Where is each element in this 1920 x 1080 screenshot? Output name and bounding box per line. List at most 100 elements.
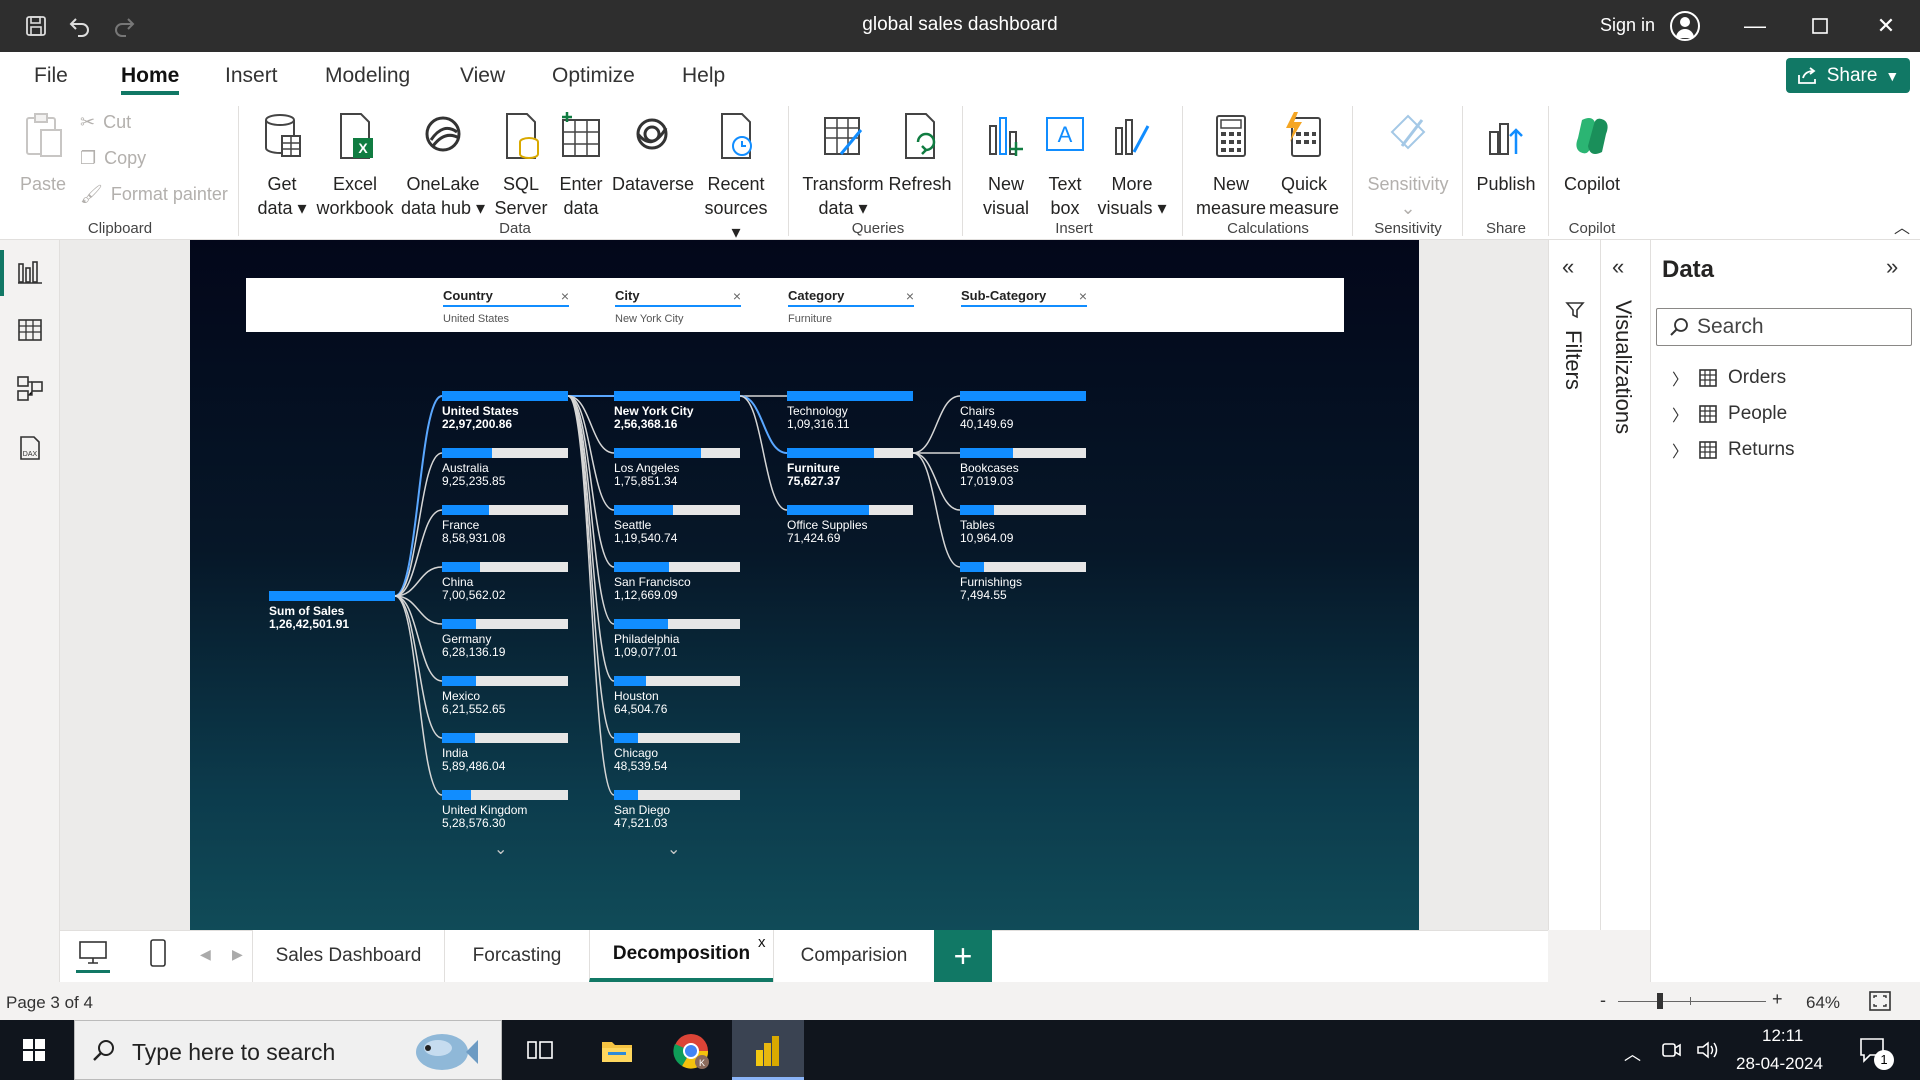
- tab-optimize[interactable]: Optimize: [552, 64, 635, 88]
- new-measure-button[interactable]: New measure: [1196, 112, 1266, 220]
- mobile-layout-icon[interactable]: [148, 938, 168, 968]
- scroll-right-icon[interactable]: ▶: [232, 946, 243, 963]
- dataverse-button[interactable]: Dataverse: [612, 112, 694, 196]
- data-search-input[interactable]: Search: [1656, 308, 1912, 346]
- clear-icon[interactable]: ×: [561, 288, 569, 304]
- tree-node-city[interactable]: Seattle 1,19,540.74: [614, 505, 740, 545]
- tree-node-city[interactable]: Chicago 48,539.54: [614, 733, 740, 773]
- zoom-out-icon[interactable]: -: [1600, 990, 1606, 1011]
- slicer-sub-category[interactable]: Sub-Category ×: [961, 288, 1087, 313]
- onelake-data-hub-button[interactable]: OneLake data hub ▾: [400, 112, 486, 220]
- share-button[interactable]: Share ▼: [1786, 58, 1910, 93]
- maximize-icon[interactable]: [1800, 10, 1840, 42]
- tree-node-city[interactable]: San Diego 47,521.03: [614, 790, 740, 830]
- zoom-slider-thumb[interactable]: [1657, 993, 1663, 1009]
- tree-node-category[interactable]: Office Supplies 71,424.69: [787, 505, 913, 545]
- sensitivity-button[interactable]: Sensitivity ⌄: [1362, 112, 1454, 220]
- close-icon[interactable]: ✕: [1866, 10, 1906, 42]
- tree-node-country[interactable]: United Kingdom 5,28,576.30: [442, 790, 568, 830]
- tree-node-subcategory[interactable]: Tables 10,964.09: [960, 505, 1086, 545]
- slicer-category[interactable]: Category × Furniture: [788, 288, 914, 325]
- tab-insert[interactable]: Insert: [225, 64, 278, 88]
- expand-filters-icon[interactable]: «: [1562, 254, 1574, 280]
- expand-visualizations-icon[interactable]: «: [1612, 254, 1624, 280]
- tab-view[interactable]: View: [460, 64, 505, 88]
- tree-node-country[interactable]: Mexico 6,21,552.65: [442, 676, 568, 716]
- enter-data-button[interactable]: Enter data: [556, 112, 606, 220]
- add-page-button[interactable]: +: [934, 930, 992, 982]
- more-visuals-button[interactable]: More visuals ▾: [1096, 112, 1168, 220]
- chevron-down-icon[interactable]: ⌄: [494, 839, 507, 859]
- tree-node-city[interactable]: New York City 2,56,368.16: [614, 391, 740, 431]
- tree-node-subcategory[interactable]: Furnishings 7,494.55: [960, 562, 1086, 602]
- tree-node-city[interactable]: Philadelphia 1,09,077.01: [614, 619, 740, 659]
- format-painter-button[interactable]: 🖌 Format painter: [80, 184, 228, 205]
- tab-forcasting[interactable]: Forcasting: [444, 930, 589, 982]
- tree-node-subcategory[interactable]: Bookcases 17,019.03: [960, 448, 1086, 488]
- tree-node-city[interactable]: Houston 64,504.76: [614, 676, 740, 716]
- collapse-data-pane-icon[interactable]: »: [1886, 254, 1898, 280]
- sign-in-link[interactable]: Sign in: [1600, 15, 1655, 36]
- desktop-layout-icon[interactable]: [78, 940, 108, 966]
- paste-button[interactable]: Paste: [18, 112, 68, 196]
- file-explorer-icon[interactable]: [600, 1036, 634, 1064]
- tree-node-root[interactable]: Sum of Sales 1,26,42,501.91: [269, 591, 395, 631]
- tab-modeling[interactable]: Modeling: [325, 64, 410, 88]
- quick-measure-button[interactable]: Quick measure: [1268, 112, 1340, 220]
- tree-node-category[interactable]: Furniture 75,627.37: [787, 448, 913, 488]
- tree-node-country[interactable]: India 5,89,486.04: [442, 733, 568, 773]
- clear-icon[interactable]: ×: [1079, 288, 1087, 304]
- windows-start-icon[interactable]: [22, 1038, 46, 1062]
- tree-node-country[interactable]: United States 22,97,200.86: [442, 391, 568, 431]
- clear-icon[interactable]: ×: [733, 288, 741, 304]
- tab-decomposition[interactable]: Decomposition: [589, 930, 773, 982]
- copy-button[interactable]: ❐ Copy: [80, 148, 146, 169]
- volume-icon[interactable]: [1696, 1040, 1720, 1060]
- task-view-icon[interactable]: [526, 1038, 554, 1062]
- zoom-level[interactable]: 64%: [1806, 993, 1840, 1013]
- account-icon[interactable]: [1670, 11, 1700, 41]
- slicer-country[interactable]: Country × United States: [443, 288, 569, 325]
- tab-comparision[interactable]: Comparision: [773, 930, 934, 982]
- refresh-button[interactable]: Refresh: [884, 112, 956, 196]
- clock-date[interactable]: 28-04-2024: [1736, 1054, 1823, 1074]
- text-box-button[interactable]: A Text box: [1040, 112, 1090, 220]
- minimize-icon[interactable]: —: [1735, 10, 1775, 42]
- chevron-down-icon[interactable]: ⌄: [667, 839, 680, 859]
- transform-data-button[interactable]: Transform data ▾: [798, 112, 888, 220]
- fit-to-page-icon[interactable]: [1868, 990, 1892, 1012]
- slicer-city[interactable]: City × New York City: [615, 288, 741, 325]
- tab-file[interactable]: File: [34, 64, 68, 88]
- copilot-button[interactable]: Copilot: [1556, 112, 1628, 196]
- clock-time[interactable]: 12:11: [1762, 1026, 1803, 1046]
- table-orders[interactable]: 〉 Orders: [1672, 366, 1786, 390]
- table-people[interactable]: 〉 People: [1672, 402, 1787, 426]
- chrome-icon[interactable]: K: [672, 1032, 710, 1070]
- zoom-slider-track[interactable]: [1618, 1001, 1766, 1002]
- model-view-icon[interactable]: [16, 374, 44, 402]
- show-hidden-icons-icon[interactable]: ︿: [1624, 1040, 1641, 1065]
- tree-node-subcategory[interactable]: Chairs 40,149.69: [960, 391, 1086, 431]
- tree-node-city[interactable]: San Francisco 1,12,669.09: [614, 562, 740, 602]
- tab-sales-dashboard[interactable]: Sales Dashboard: [252, 930, 444, 982]
- zoom-in-icon[interactable]: +: [1772, 989, 1783, 1010]
- tree-node-category[interactable]: Technology 1,09,316.11: [787, 391, 913, 431]
- tree-node-country[interactable]: Australia 9,25,235.85: [442, 448, 568, 488]
- tree-node-city[interactable]: Los Angeles 1,75,851.34: [614, 448, 740, 488]
- tree-node-country[interactable]: China 7,00,562.02: [442, 562, 568, 602]
- tab-home[interactable]: Home: [121, 64, 179, 88]
- clear-icon[interactable]: ×: [906, 288, 914, 304]
- publish-button[interactable]: Publish: [1472, 112, 1540, 196]
- tab-help[interactable]: Help: [682, 64, 725, 88]
- get-data-button[interactable]: Get data ▾: [252, 112, 312, 220]
- collapse-ribbon-icon[interactable]: ︿: [1894, 214, 1910, 238]
- tree-node-country[interactable]: France 8,58,931.08: [442, 505, 568, 545]
- cut-button[interactable]: ✂ Cut: [80, 112, 131, 133]
- close-tab-icon[interactable]: x: [758, 934, 766, 951]
- table-view-icon[interactable]: [16, 316, 44, 344]
- recent-sources-button[interactable]: Recent sources ▾: [700, 112, 772, 244]
- dax-query-view-icon[interactable]: DAX: [16, 434, 44, 462]
- sql-server-button[interactable]: SQL Server: [494, 112, 548, 220]
- excel-workbook-button[interactable]: X Excel workbook: [314, 112, 396, 220]
- tree-node-country[interactable]: Germany 6,28,136.19: [442, 619, 568, 659]
